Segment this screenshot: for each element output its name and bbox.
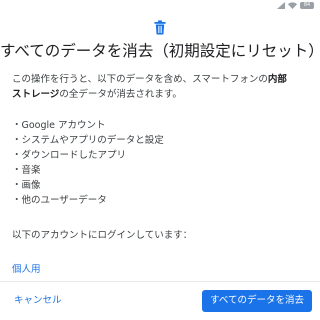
description-prefix: この操作を行うと、以下のデータを含め、スマートフォンの xyxy=(12,74,268,85)
factory-reset-screen: 84 すべてのデータを消去（初期設定にリセット） この操作を行うと、以下のデータ… xyxy=(0,0,320,320)
erased-data-list: ・Google アカウント ・システムやアプリのデータと設定 ・ダウンロードした… xyxy=(12,118,164,208)
description-suffix: の全データが消去されます。 xyxy=(59,89,182,100)
battery-icon: 84 xyxy=(300,1,314,9)
list-item: ・システムやアプリのデータと設定 xyxy=(12,135,164,146)
erase-all-data-button[interactable]: すべてのデータを消去 xyxy=(202,290,312,312)
divider xyxy=(0,281,320,282)
status-bar: 84 xyxy=(277,0,314,10)
list-item: ・他のユーザーデータ xyxy=(12,195,107,206)
signal-icon xyxy=(277,1,285,9)
description-bold-internal: 内部 xyxy=(267,74,287,85)
dialog-title: すべてのデータを消去（初期設定にリセット） xyxy=(0,42,320,60)
list-item: ・音楽 xyxy=(12,165,41,176)
list-item: ・Google アカウント xyxy=(12,120,106,131)
list-item: ・画像 xyxy=(12,180,41,191)
trash-icon xyxy=(154,20,166,35)
wifi-icon xyxy=(288,1,297,9)
reset-description: この操作を行うと、以下のデータを含め、スマートフォンの内部ストレージの全データが… xyxy=(12,72,312,102)
account-name: 個人用 xyxy=(12,264,41,275)
cancel-button[interactable]: キャンセル xyxy=(6,290,70,312)
list-item: ・ダウンロードしたアプリ xyxy=(12,150,127,161)
description-bold-storage: ストレージ xyxy=(12,89,60,100)
account-note: 以下のアカウントにログインしています： xyxy=(12,230,193,241)
